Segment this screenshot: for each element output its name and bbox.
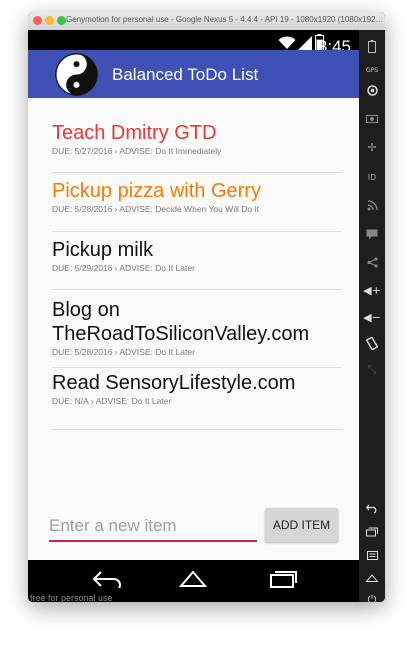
share-icon[interactable] bbox=[362, 254, 382, 270]
gps-icon[interactable]: GPS bbox=[362, 62, 382, 78]
todo-meta: DUE: 5/27/2016 › ADVISE: Do It Immediately bbox=[52, 146, 342, 156]
todo-title: Teach Dmitry GTD bbox=[52, 122, 217, 144]
todo-due: DUE: 5/28/2016 bbox=[52, 204, 113, 214]
todo-due: DUE: N/A bbox=[52, 396, 89, 406]
todo-item[interactable]: Pickup pizza with Gerry DUE: 5/28/2016 › A… bbox=[52, 179, 342, 232]
todo-due: DUE: 5/27/2016 bbox=[52, 146, 113, 156]
webcam-icon[interactable] bbox=[362, 82, 382, 98]
todo-meta: DUE: 5/28/2016 › ADVISE: Do It Later bbox=[52, 347, 342, 357]
add-item-button[interactable]: ADD ITEM bbox=[265, 508, 338, 542]
home-icon bbox=[176, 569, 210, 593]
todo-advise: ADVISE: Do It Later bbox=[95, 396, 172, 406]
minimize-window-button[interactable] bbox=[45, 16, 54, 25]
battery-icon[interactable] bbox=[362, 38, 382, 54]
todo-advise: ADVISE: Do It Later bbox=[119, 347, 195, 357]
rss-icon[interactable] bbox=[362, 197, 382, 213]
zoom-window-button[interactable] bbox=[57, 16, 66, 25]
camera-icon[interactable] bbox=[362, 110, 382, 126]
close-window-button[interactable] bbox=[33, 16, 42, 25]
todo-item[interactable]: Teach Dmitry GTD DUE: 5/27/2016 › ADVISE: … bbox=[52, 121, 342, 173]
home-icon[interactable] bbox=[362, 570, 382, 586]
todo-meta: DUE: 5/28/2016 › ADVISE: Decide When You W… bbox=[52, 204, 342, 214]
todo-item[interactable]: Blog on TheRoadToSiliconValley.com DUE: … bbox=[52, 298, 342, 368]
chevron-right-icon: › bbox=[114, 263, 118, 273]
sms-icon[interactable] bbox=[362, 226, 382, 242]
todo-list-screen: Teach Dmitry GTD DUE: 5/27/2016 › ADVISE: … bbox=[28, 98, 359, 560]
nav-recents-button[interactable] bbox=[253, 560, 313, 602]
new-item-field bbox=[49, 514, 257, 542]
watermark: free for personal use bbox=[30, 593, 113, 603]
chevron-right-icon: › bbox=[114, 347, 118, 357]
rotate-icon[interactable] bbox=[362, 335, 382, 351]
scale-icon[interactable]: ⤡ bbox=[362, 362, 382, 378]
app-title: Balanced ToDo List bbox=[112, 65, 259, 84]
todo-title: Pickup pizza with Gerry bbox=[52, 180, 261, 202]
todo-due: DUE: 5/29/2016 bbox=[52, 263, 113, 273]
window-titlebar: Genymotion for personal use - Google Nex… bbox=[28, 12, 385, 31]
todo-title: Blog on TheRoadToSiliconValley.com bbox=[52, 299, 310, 345]
dpad-icon[interactable]: ✢ bbox=[362, 139, 382, 155]
menu-icon[interactable] bbox=[362, 547, 382, 563]
chevron-right-icon: › bbox=[90, 396, 94, 406]
todo-item[interactable]: Read SensoryLifestyle.com DUE: N/A › ADVIS… bbox=[52, 371, 342, 430]
recents-icon bbox=[268, 569, 298, 594]
window-title: Genymotion for personal use - Google Nex… bbox=[66, 15, 384, 24]
volume-down-icon[interactable]: ◀− bbox=[362, 309, 382, 325]
back-icon[interactable] bbox=[362, 500, 382, 516]
todo-meta: DUE: N/A › ADVISE: Do It Later bbox=[52, 396, 342, 406]
todo-title: Read SensoryLifestyle.com bbox=[52, 372, 296, 394]
todo-title: Pickup milk bbox=[52, 239, 154, 261]
todo-advise: ADVISE: Do It Later bbox=[119, 263, 195, 273]
nav-home-button[interactable] bbox=[163, 560, 223, 602]
back-icon bbox=[92, 570, 124, 593]
todo-advise: ADVISE: Do It Immediately bbox=[119, 146, 222, 156]
yin-yang-logo bbox=[55, 53, 98, 101]
todo-item[interactable]: Pickup milk DUE: 5/29/2016 › ADVISE: Do It… bbox=[52, 238, 342, 290]
emulator-window: Genymotion for personal use - Google Nex… bbox=[28, 12, 385, 602]
recent-apps-icon[interactable] bbox=[362, 524, 382, 540]
todo-meta: DUE: 5/29/2016 › ADVISE: Do It Later bbox=[52, 263, 342, 273]
todo-due: DUE: 5/28/2016 bbox=[52, 347, 113, 357]
todo-advise: ADVISE: Decide When You Will Do It bbox=[119, 204, 260, 214]
id-icon[interactable]: ID bbox=[362, 169, 382, 185]
chevron-right-icon: › bbox=[114, 204, 118, 214]
new-item-input[interactable] bbox=[49, 514, 257, 538]
power-icon[interactable]: ⏻ bbox=[362, 592, 382, 602]
genymotion-side-panel: GPS ✢ ID ◀+ ◀− ⤡ ⏻ bbox=[359, 30, 385, 602]
app-bar: Balanced ToDo List bbox=[28, 50, 359, 98]
chevron-right-icon: › bbox=[114, 146, 118, 156]
volume-up-icon[interactable]: ◀+ bbox=[362, 282, 382, 298]
